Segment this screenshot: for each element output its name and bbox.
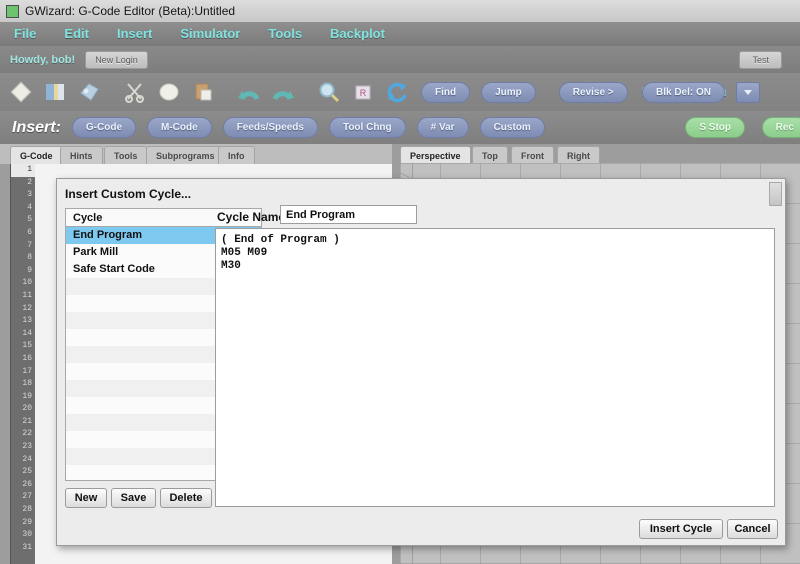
menu-item-backplot[interactable]: Backplot bbox=[316, 22, 399, 46]
line-number[interactable]: 1 bbox=[11, 164, 35, 177]
menu-item-simulator[interactable]: Simulator bbox=[166, 22, 254, 46]
svg-text:R: R bbox=[360, 88, 367, 98]
insert-mcode-button[interactable]: M-Code bbox=[147, 117, 212, 138]
insert-bar: Insert: G-Code M-Code Feeds/Speeds Tool … bbox=[0, 111, 800, 145]
line-number[interactable]: 30 bbox=[11, 529, 35, 542]
revision-menu-dropdown-button[interactable] bbox=[736, 81, 761, 103]
tab-tools[interactable]: Tools bbox=[104, 146, 148, 165]
refresh-icon[interactable] bbox=[384, 79, 410, 105]
window-title: GWizard: G-Code Editor (Beta):Untitled bbox=[25, 4, 236, 18]
line-number[interactable]: 5 bbox=[11, 214, 35, 227]
new-cycle-button[interactable]: New bbox=[65, 488, 107, 508]
insert-var-button[interactable]: # Var bbox=[416, 117, 469, 138]
tab-hints[interactable]: Hints bbox=[60, 146, 103, 165]
app-icon bbox=[6, 4, 19, 18]
line-number[interactable]: 26 bbox=[11, 479, 35, 492]
new-file-icon[interactable] bbox=[8, 79, 34, 105]
dialog-title: Insert Custom Cycle... bbox=[65, 187, 192, 201]
line-number[interactable]: 7 bbox=[11, 240, 35, 253]
insert-gcode-button[interactable]: G-Code bbox=[71, 117, 137, 138]
line-number[interactable]: 4 bbox=[11, 202, 35, 215]
line-number[interactable]: 28 bbox=[11, 504, 35, 517]
icon-toolbar: R Find Jump Revise > Revision Menu Blk D… bbox=[0, 73, 800, 112]
line-number[interactable]: 31 bbox=[11, 542, 35, 555]
line-number[interactable]: 11 bbox=[11, 290, 35, 303]
line-number[interactable]: 20 bbox=[11, 403, 35, 416]
line-number[interactable]: 2 bbox=[11, 177, 35, 190]
line-number[interactable]: 29 bbox=[11, 517, 35, 530]
insert-tool-change-button[interactable]: Tool Chng bbox=[328, 117, 406, 138]
menu-item-tools[interactable]: Tools bbox=[254, 22, 316, 46]
tab-subprograms[interactable]: Subprograms bbox=[146, 146, 225, 165]
cycle-name-label: Cycle Name: bbox=[217, 210, 290, 224]
gwizard-window: GWizard: G-Code Editor (Beta):Untitled F… bbox=[0, 0, 800, 564]
jump-button[interactable]: Jump bbox=[481, 81, 536, 103]
tab-info[interactable]: Info bbox=[218, 146, 255, 165]
menu-item-edit[interactable]: Edit bbox=[50, 22, 103, 46]
save-cycle-button[interactable]: Save bbox=[111, 488, 156, 508]
insert-custom-button[interactable]: Custom bbox=[479, 117, 545, 138]
chevron-down-icon bbox=[744, 89, 753, 95]
line-number[interactable]: 27 bbox=[11, 491, 35, 504]
line-number[interactable]: 22 bbox=[11, 428, 35, 441]
delete-cycle-button[interactable]: Delete bbox=[160, 488, 212, 508]
undo-icon[interactable] bbox=[236, 79, 262, 105]
new-login-button[interactable]: New Login bbox=[85, 50, 148, 69]
line-number[interactable]: 21 bbox=[11, 416, 35, 429]
line-number[interactable]: 18 bbox=[11, 378, 35, 391]
editor-left-edge bbox=[0, 164, 10, 564]
cut-scissors-icon[interactable] bbox=[122, 79, 148, 105]
backplot-tab-strip: Perspective Top Front Right bbox=[392, 144, 800, 165]
application-window: CNC Cookbook Blog GWizard: G-Code Editor… bbox=[0, 0, 800, 564]
line-number[interactable]: 10 bbox=[11, 277, 35, 290]
menu-item-insert[interactable]: Insert bbox=[103, 22, 166, 46]
line-number[interactable]: 6 bbox=[11, 227, 35, 240]
line-number[interactable]: 9 bbox=[11, 265, 35, 278]
search-icon[interactable] bbox=[316, 79, 342, 105]
test-button[interactable]: Test bbox=[739, 50, 782, 69]
record-button[interactable]: Rec bbox=[761, 117, 800, 138]
line-number[interactable]: 23 bbox=[11, 441, 35, 454]
cycle-name-input[interactable]: End Program bbox=[280, 205, 417, 224]
copy-icon[interactable] bbox=[156, 79, 182, 105]
tab-gcode[interactable]: G-Code bbox=[10, 146, 63, 165]
menu-item-file[interactable]: File bbox=[0, 22, 50, 46]
line-number[interactable]: 16 bbox=[11, 353, 35, 366]
open-folder-icon[interactable] bbox=[42, 79, 68, 105]
insert-custom-cycle-dialog: Insert Custom Cycle... Cycle End Program… bbox=[56, 178, 786, 546]
revise-button[interactable]: Revise > bbox=[558, 81, 628, 103]
line-number-gutter: 1 2 3 4 5 6 7 8 9 10 11 12 13 14 15 16 17 18 19 20 21 22 23 24 2… bbox=[10, 164, 36, 564]
stop-button[interactable]: S Stop bbox=[685, 117, 745, 138]
find-button[interactable]: Find bbox=[421, 81, 471, 103]
line-number[interactable]: 12 bbox=[11, 303, 35, 316]
line-number[interactable]: 19 bbox=[11, 391, 35, 404]
cycle-code-textarea[interactable]: ( End of Program ) M05 M09 M30 bbox=[215, 228, 775, 507]
cancel-button[interactable]: Cancel bbox=[727, 519, 778, 539]
dialog-scrollbar[interactable] bbox=[769, 182, 782, 206]
line-number[interactable]: 25 bbox=[11, 466, 35, 479]
editor-tab-strip: G-Code Hints Tools Subprograms Info bbox=[0, 144, 392, 165]
login-bar: Howdy, bob! New Login Test bbox=[0, 46, 800, 74]
find-replace-icon[interactable]: R bbox=[350, 79, 376, 105]
menu-bar: File Edit Insert Simulator Tools Backplo… bbox=[0, 22, 800, 47]
line-number[interactable]: 17 bbox=[11, 366, 35, 379]
greeting-text: Howdy, bob! bbox=[10, 53, 76, 66]
save-icon[interactable] bbox=[76, 79, 102, 105]
redo-icon[interactable] bbox=[270, 79, 296, 105]
insert-label: Insert: bbox=[12, 118, 61, 136]
line-number[interactable]: 24 bbox=[11, 454, 35, 467]
line-number[interactable]: 8 bbox=[11, 252, 35, 265]
line-number[interactable]: 14 bbox=[11, 328, 35, 341]
title-bar: GWizard: G-Code Editor (Beta):Untitled bbox=[0, 0, 800, 23]
line-number[interactable]: 15 bbox=[11, 340, 35, 353]
line-number[interactable]: 3 bbox=[11, 189, 35, 202]
insert-feeds-speeds-button[interactable]: Feeds/Speeds bbox=[222, 117, 318, 138]
insert-cycle-button[interactable]: Insert Cycle bbox=[639, 519, 723, 539]
paste-icon[interactable] bbox=[190, 79, 216, 105]
blk-del-button[interactable]: Blk Del: ON bbox=[641, 81, 725, 103]
line-number[interactable]: 13 bbox=[11, 315, 35, 328]
